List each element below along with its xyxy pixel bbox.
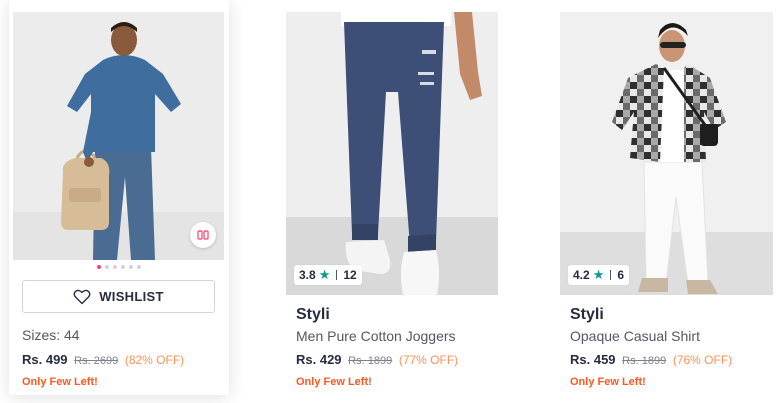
price-row: Rs. 429 Rs. 1899 (77% OFF) [296, 352, 458, 367]
discount-percent: (76% OFF) [672, 353, 733, 367]
stock-warning: Only Few Left! [296, 376, 372, 388]
original-price: Rs. 1899 [622, 355, 667, 367]
view-similar-button[interactable] [190, 222, 216, 248]
price-row: Rs. 499 Rs. 2699 (82% OFF) [22, 352, 184, 367]
product-brand[interactable]: Styli [296, 306, 330, 324]
selling-price: Rs. 429 [296, 352, 342, 367]
carousel-dot[interactable] [137, 265, 141, 269]
star-icon: ★ [318, 267, 331, 282]
rating-badge: 3.8 ★ 12 [294, 265, 362, 285]
product-image[interactable] [560, 12, 773, 295]
product-image[interactable] [286, 12, 498, 295]
heart-icon [73, 289, 91, 304]
product-card-2[interactable]: 3.8 ★ 12 Styli Men Pure Cotton Joggers R… [286, 0, 506, 395]
rating-divider [336, 270, 338, 280]
selling-price: Rs. 499 [22, 352, 68, 367]
carousel-dot[interactable] [105, 265, 109, 269]
original-price: Rs. 1899 [348, 355, 393, 367]
product-name[interactable]: Men Pure Cotton Joggers [296, 328, 456, 344]
product-name[interactable]: Opaque Casual Shirt [570, 328, 700, 344]
wishlist-button[interactable]: WISHLIST [22, 280, 215, 313]
stock-warning: Only Few Left! [570, 376, 646, 388]
product-card-3[interactable]: 4.2 ★ 6 Styli Opaque Casual Shirt Rs. 45… [560, 0, 773, 395]
denim-shirt-man-photo [13, 12, 224, 260]
carousel-dot-active[interactable] [97, 265, 101, 269]
rating-badge: 4.2 ★ 6 [568, 265, 630, 285]
stock-warning: Only Few Left! [22, 376, 98, 388]
rating-value: 3.8 [299, 268, 316, 282]
star-icon: ★ [592, 267, 605, 282]
rating-divider [610, 270, 612, 280]
carousel-dot[interactable] [113, 265, 117, 269]
rating-count: 6 [617, 268, 625, 282]
discount-percent: (82% OFF) [124, 353, 185, 367]
check-shirt-man-photo [560, 12, 773, 295]
available-sizes: Sizes: 44 [22, 327, 80, 343]
carousel-dot[interactable] [129, 265, 133, 269]
discount-percent: (77% OFF) [398, 353, 459, 367]
rating-value: 4.2 [573, 268, 590, 282]
view-similar-icon [197, 230, 209, 240]
carousel-dot[interactable] [121, 265, 125, 269]
image-carousel-dots [9, 265, 229, 269]
product-card-1[interactable]: WISHLIST Sizes: 44 Rs. 499 Rs. 2699 (82%… [9, 0, 229, 395]
price-row: Rs. 459 Rs. 1899 (76% OFF) [570, 352, 732, 367]
selling-price: Rs. 459 [570, 352, 616, 367]
product-image[interactable] [13, 12, 224, 260]
product-brand[interactable]: Styli [570, 306, 604, 324]
wishlist-label: WISHLIST [99, 289, 164, 304]
original-price: Rs. 2699 [74, 355, 119, 367]
rating-count: 12 [343, 268, 357, 282]
navy-joggers-photo [286, 12, 498, 295]
